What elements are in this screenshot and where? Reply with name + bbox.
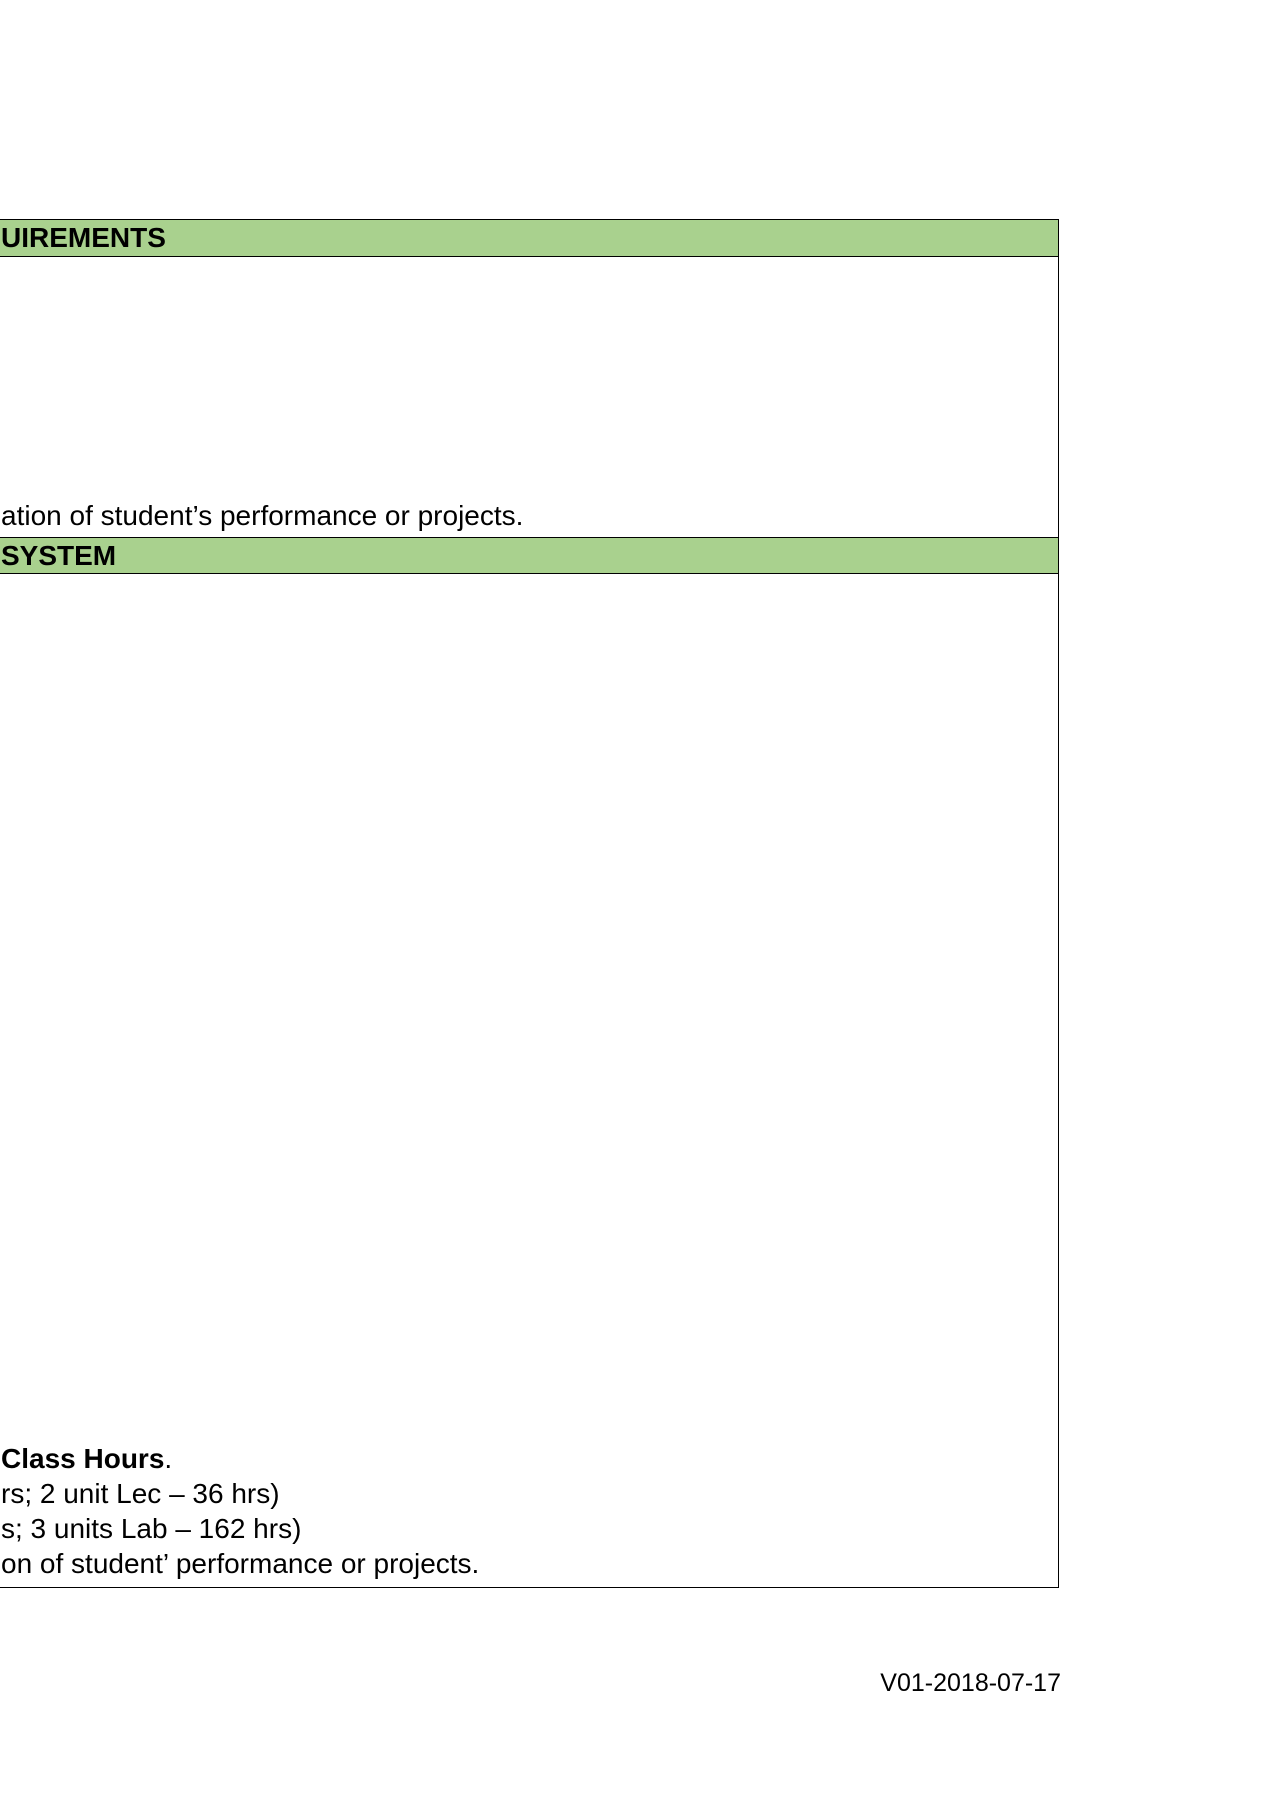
document-version: V01-2018-07-17 — [880, 1669, 1061, 1697]
grading-text-line: on of student’ performance or projects. — [1, 1548, 480, 1579]
class-hours-suffix: . — [164, 1443, 173, 1474]
requirements-grading-table: UIREMENTS ation of student’s performance… — [0, 219, 1059, 1588]
grading-system-section-header: SYSTEM — [0, 537, 1058, 574]
requirements-text-line: ation of student’s performance or projec… — [1, 500, 524, 531]
class-hours-line: Class Hours. — [1, 1442, 172, 1476]
lecture-hours-line: rs; 2 unit Lec – 36 hrs) — [1, 1478, 280, 1509]
class-hours-label: Class Hours — [1, 1443, 165, 1474]
lab-hours-line: s; 3 units Lab – 162 hrs) — [1, 1513, 302, 1544]
requirements-section-header: UIREMENTS — [0, 220, 1058, 257]
